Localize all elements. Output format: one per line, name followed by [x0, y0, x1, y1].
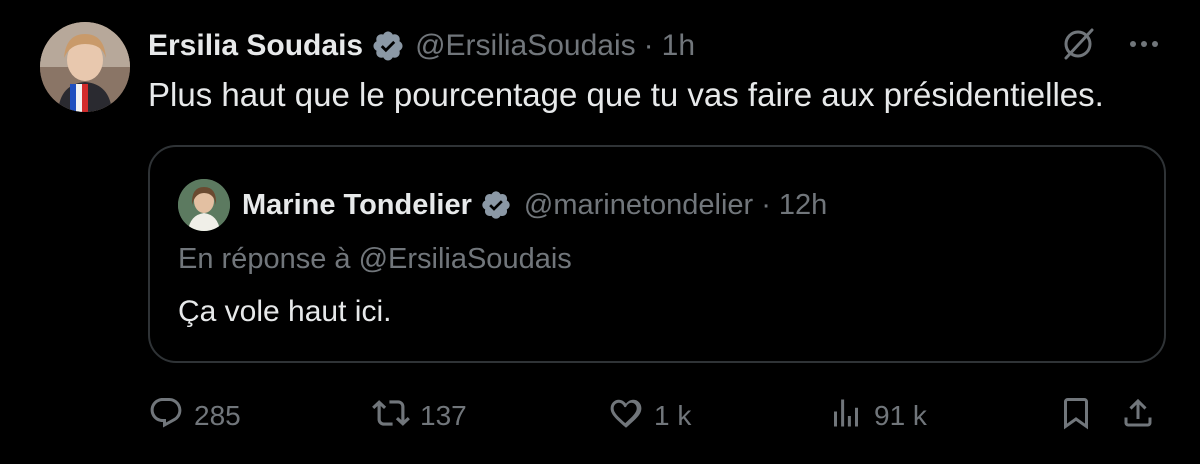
- tweet-header: Ersilia Soudais @ErsiliaSoudais · 1h: [148, 24, 695, 68]
- tweet-top-actions: [1060, 26, 1162, 62]
- heart-icon: [608, 395, 644, 438]
- share-button[interactable]: [1120, 392, 1156, 440]
- verified-badge-icon[interactable]: [480, 189, 512, 221]
- reply-button[interactable]: 285: [148, 392, 241, 440]
- more-icon[interactable]: [1126, 26, 1162, 62]
- bookmark-button[interactable]: [1058, 392, 1094, 440]
- separator-dot: ·: [761, 188, 771, 221]
- author-handle[interactable]: @ErsiliaSoudais: [415, 29, 636, 63]
- quoted-tweet-text: Ça vole haut ici.: [178, 295, 392, 328]
- views-icon: [828, 395, 864, 438]
- quoted-author-handle[interactable]: @marinetondelier: [524, 189, 753, 222]
- retweet-button[interactable]: 137: [372, 392, 467, 440]
- views-count: 91 k: [874, 400, 927, 431]
- like-count: 1 k: [654, 400, 692, 431]
- like-button[interactable]: 1 k: [608, 392, 691, 440]
- tweet[interactable]: Ersilia Soudais @ErsiliaSoudais · 1h Plu: [0, 0, 1200, 464]
- bookmark-icon: [1058, 395, 1094, 438]
- author-avatar[interactable]: [40, 22, 130, 112]
- verified-badge-icon[interactable]: [371, 29, 405, 63]
- quoted-reply-context[interactable]: En réponse à @ErsiliaSoudais: [178, 243, 572, 276]
- quoted-author-avatar[interactable]: [178, 179, 230, 231]
- grok-icon[interactable]: [1060, 26, 1096, 62]
- quoted-tweet-header: Marine Tondelier @marinetondelier · 12h: [178, 179, 827, 231]
- quoted-tweet[interactable]: Marine Tondelier @marinetondelier · 12h …: [148, 145, 1166, 363]
- reply-icon: [148, 395, 184, 438]
- author-display-name[interactable]: Ersilia Soudais: [148, 29, 363, 63]
- separator-dot: ·: [643, 29, 654, 62]
- quoted-tweet-timestamp[interactable]: 12h: [779, 189, 827, 222]
- share-icon: [1120, 395, 1156, 438]
- retweet-icon: [372, 394, 410, 439]
- views-button[interactable]: 91 k: [828, 392, 927, 440]
- reply-count: 285: [194, 400, 241, 431]
- tweet-timestamp[interactable]: 1h: [662, 29, 695, 63]
- tweet-actions-bar: 285 137 1 k 91 k: [148, 392, 1166, 440]
- tweet-text: Plus haut que le pourcentage que tu vas …: [148, 76, 1104, 113]
- retweet-count: 137: [420, 400, 467, 431]
- quoted-author-display-name[interactable]: Marine Tondelier: [242, 189, 472, 222]
